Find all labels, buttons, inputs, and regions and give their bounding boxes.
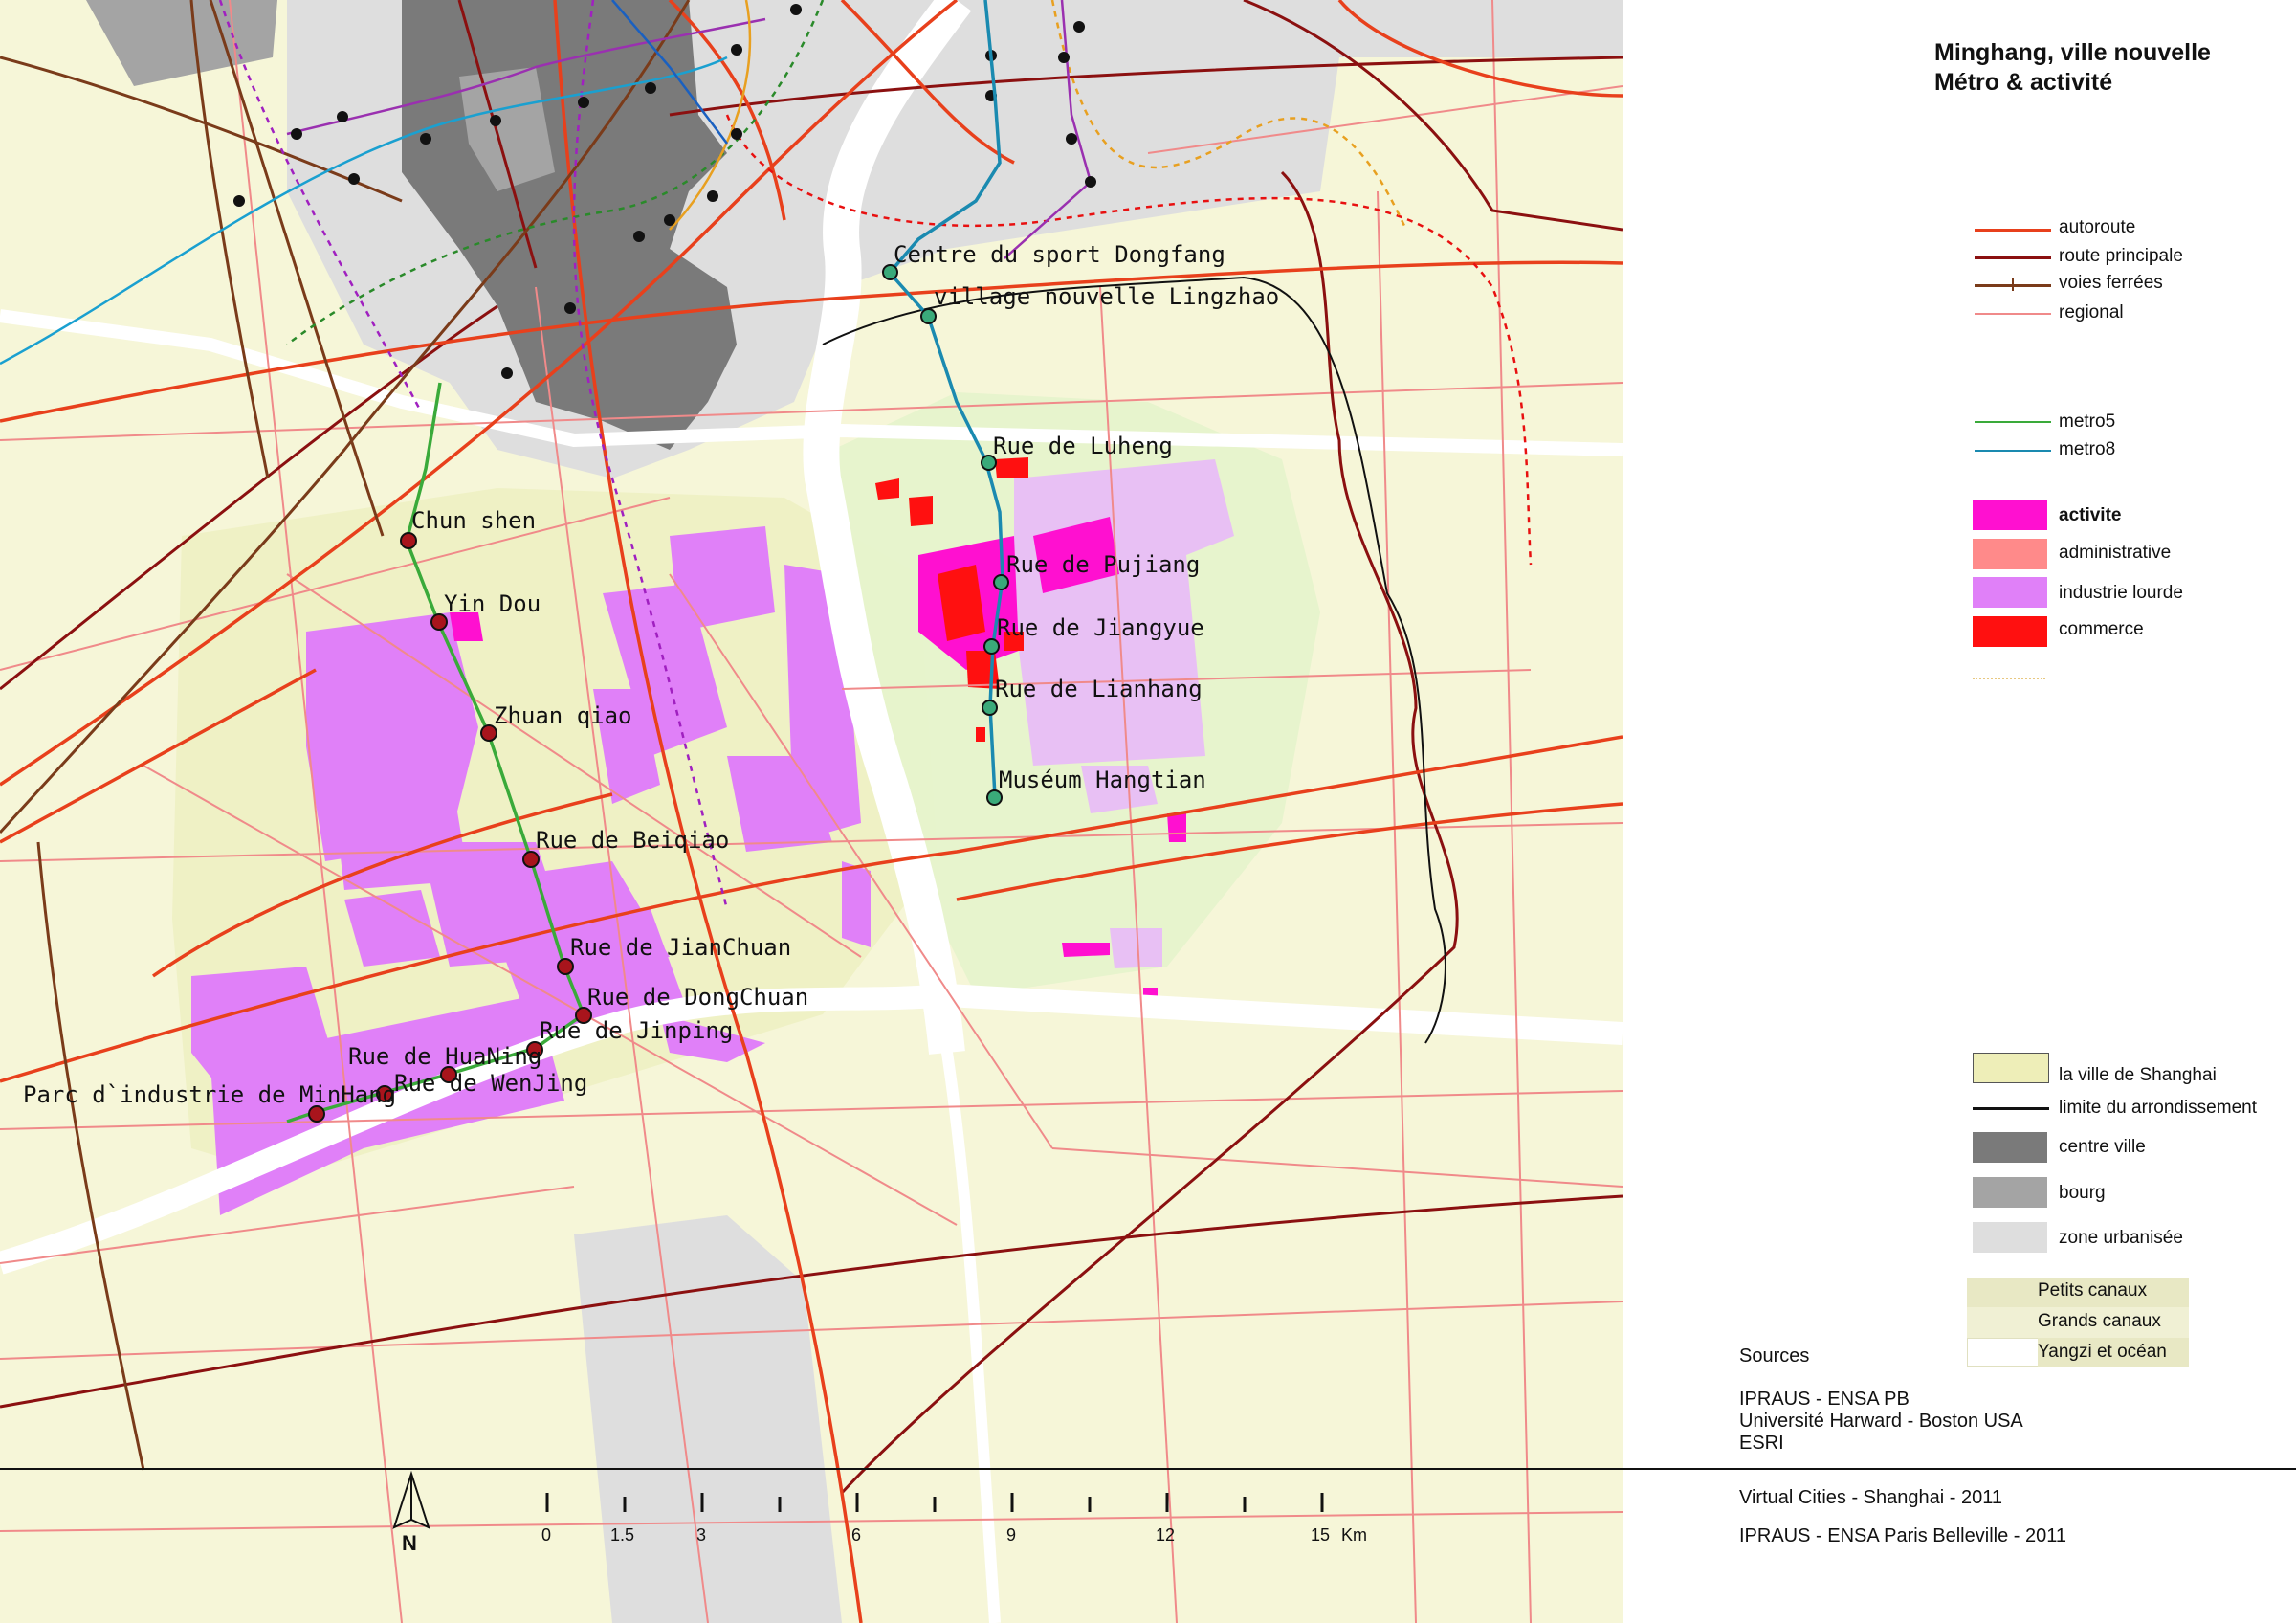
label-village-lingzhao: village nouvelle Lingzhao xyxy=(934,283,1280,310)
label-rue-de-jiangyue: Rue de Jiangyue xyxy=(997,614,1204,641)
map-canvas[interactable]: Chun shen Yin Dou Zhuan qiao Rue de Beiq… xyxy=(0,0,1623,1623)
label-rue-de-wenjing: Rue de WenJing xyxy=(394,1070,588,1097)
credits-line-1: Virtual Cities - Shanghai - 2011 xyxy=(1739,1487,2002,1508)
label-rue-de-beiqiao: Rue de Beiqiao xyxy=(536,827,730,854)
legend-label-yangzi: Yangzi et océan xyxy=(2038,1342,2167,1362)
label-centre-du-sport: Centre du sport Dongfang xyxy=(894,241,1225,268)
legend-label-industrie-lourde: industrie lourde xyxy=(2059,583,2183,603)
map-title-line1: Minghang, ville nouvelle xyxy=(1934,39,2211,66)
legend-panel xyxy=(1623,0,2296,1623)
legend-label-metro8: metro8 xyxy=(2059,439,2116,459)
label-rue-de-huaning: Rue de HuaNing xyxy=(348,1043,542,1070)
scale-tick-3: 6 xyxy=(851,1525,862,1545)
legend-label-autoroute: autoroute xyxy=(2059,217,2136,237)
legend-swatch-zone-urbanisee xyxy=(1973,1222,2047,1253)
label-rue-de-luheng: Rue de Luheng xyxy=(993,433,1173,459)
sources-line-2: Université Harward - Boston USA xyxy=(1739,1411,2023,1432)
scale-tick-0: 0 xyxy=(541,1525,552,1545)
scale-tick-6: 15 xyxy=(1311,1525,1331,1545)
label-zhuan-qiao: Zhuan qiao xyxy=(494,702,632,729)
label-rue-de-jianchuan: Rue de JianChuan xyxy=(570,934,792,961)
legend-label-commerce: commerce xyxy=(2059,619,2144,639)
legend-label-administrative: administrative xyxy=(2059,543,2172,563)
label-rue-de-dongchuan: Rue de DongChuan xyxy=(587,984,809,1011)
legend-label-route-principale: route principale xyxy=(2059,246,2183,266)
scale-svg xyxy=(392,1470,1324,1529)
scale-bar: N 0 1.5 3 6 9 12 15 Km xyxy=(0,1470,1623,1623)
legend-swatch-administrative xyxy=(1973,539,2047,569)
credits-line-2: IPRAUS - ENSA Paris Belleville - 2011 xyxy=(1739,1525,2066,1546)
legend-swatch-bourg xyxy=(1973,1177,2047,1208)
legend-label-bourg: bourg xyxy=(2059,1183,2106,1203)
legend-swatch-industrie-lourde xyxy=(1973,577,2047,608)
legend-label-centre-ville: centre ville xyxy=(2059,1137,2146,1157)
legend-label-voies-ferrees: voies ferrées xyxy=(2059,273,2163,293)
station-village-lingzhao[interactable] xyxy=(920,308,937,324)
legend-swatch-centre-ville xyxy=(1973,1132,2047,1163)
legend-label-activite: activite xyxy=(2059,505,2122,525)
label-rue-de-lianhang: Rue de Lianhang xyxy=(995,676,1203,702)
legend-swatch-activite xyxy=(1973,500,2047,530)
legend-label-metro5: metro5 xyxy=(2059,411,2116,432)
scale-tick-4: 9 xyxy=(1006,1525,1017,1545)
legend-label-ville-shanghai: la ville de Shanghai xyxy=(2059,1065,2217,1085)
north-label: N xyxy=(402,1531,417,1555)
legend-swatch-metro5 xyxy=(1975,421,2051,423)
scale-unit: Km xyxy=(1341,1525,1367,1545)
station-chun-shen[interactable] xyxy=(400,532,417,549)
scale-tick-2: 3 xyxy=(696,1525,707,1545)
legend-label-limite: limite du arrondissement xyxy=(2059,1098,2257,1118)
legend-swatch-commerce xyxy=(1973,616,2047,647)
legend-rail-tick xyxy=(2012,278,2014,291)
label-chun-shen: Chun shen xyxy=(411,507,537,534)
label-parc-industrie: Parc d`industrie de MinHang xyxy=(23,1081,397,1108)
sources-line-1: IPRAUS - ENSA PB xyxy=(1739,1389,1910,1410)
legend-label-zone-urbanisee: zone urbanisée xyxy=(2059,1228,2183,1248)
sources-heading: Sources xyxy=(1739,1345,1810,1367)
bourg-north xyxy=(86,0,277,86)
scale-tick-1: 1.5 xyxy=(610,1525,635,1545)
legend-swatch-route-principale xyxy=(1975,256,2051,259)
map-svg xyxy=(0,0,1623,1623)
legend-label-grands-canaux: Grands canaux xyxy=(2038,1311,2161,1331)
north-arrow xyxy=(392,1470,430,1529)
legend-swatch-ville-shanghai xyxy=(1973,1053,2049,1083)
label-museum-hangtian: Muséum Hangtian xyxy=(999,767,1206,793)
legend-swatch-limite xyxy=(1973,1107,2049,1110)
scale-ticks xyxy=(545,1493,1324,1512)
legend-swatch-regional xyxy=(1975,313,2051,315)
label-rue-de-pujiang: Rue de Pujiang xyxy=(1006,551,1201,578)
legend-label-regional: regional xyxy=(2059,302,2124,322)
legend-swatch-autoroute xyxy=(1975,229,2051,232)
map-title-line2: Métro & activité xyxy=(1934,69,2113,96)
legend-dotted-swatch xyxy=(1973,678,2045,679)
legend-label-petits-canaux: Petits canaux xyxy=(2038,1280,2148,1301)
scale-tick-5: 12 xyxy=(1156,1525,1176,1545)
label-rue-de-jinping: Rue de Jinping xyxy=(540,1017,734,1044)
legend-swatch-metro8 xyxy=(1975,450,2051,452)
sources-line-3: ESRI xyxy=(1739,1433,1784,1454)
map-title: Minghang, ville nouvelle Métro & activit… xyxy=(1934,38,2211,98)
label-yin-dou: Yin Dou xyxy=(444,590,541,617)
